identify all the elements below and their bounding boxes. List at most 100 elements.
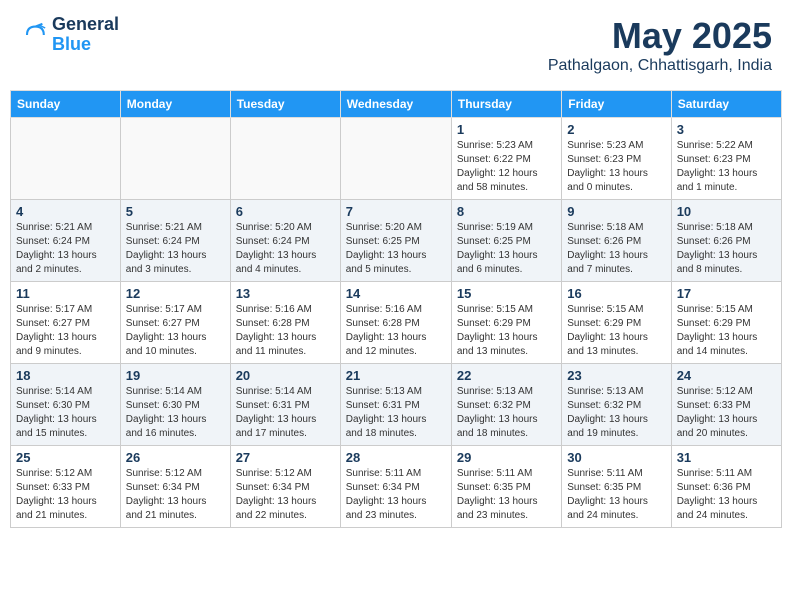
calendar-cell: 26 Sunrise: 5:12 AM Sunset: 6:34 PM Dayli… [120, 446, 230, 528]
day-info: Sunrise: 5:15 AM Sunset: 6:29 PM Dayligh… [457, 303, 556, 359]
calendar-cell: 4 Sunrise: 5:21 AM Sunset: 6:24 PM Daylig… [11, 200, 121, 282]
calendar-cell [11, 118, 121, 200]
calendar-cell: 17 Sunrise: 5:15 AM Sunset: 6:29 PM Dayli… [671, 282, 781, 364]
day-info: Sunrise: 5:14 AM Sunset: 6:30 PM Dayligh… [126, 385, 225, 441]
calendar-cell: 21 Sunrise: 5:13 AM Sunset: 6:31 PM Dayli… [340, 364, 451, 446]
calendar-cell: 6Sunrise: 5:20 AM Sunset: 6:24 PM Daylig… [230, 200, 340, 282]
weekday-header: Thursday [451, 91, 561, 118]
calendar-week-row: 25 Sunrise: 5:12 AM Sunset: 6:33 PM Dayli… [11, 446, 782, 528]
calendar-table: SundayMondayTuesdayWednesdayThursdayFrid… [10, 90, 782, 528]
calendar-cell: 23 Sunrise: 5:13 AM Sunset: 6:32 PM Dayli… [562, 364, 671, 446]
day-info: Sunrise: 5:13 AM Sunset: 6:32 PM Dayligh… [567, 385, 665, 441]
day-number: 22 [457, 368, 556, 383]
weekday-header: Friday [562, 91, 671, 118]
calendar-week-row: 4 Sunrise: 5:21 AM Sunset: 6:24 PM Daylig… [11, 200, 782, 282]
day-number: 17 [677, 286, 776, 301]
day-number: 13 [236, 286, 335, 301]
calendar-header-row: SundayMondayTuesdayWednesdayThursdayFrid… [11, 91, 782, 118]
day-info: Sunrise: 5:12 AM Sunset: 6:34 PM Dayligh… [236, 467, 335, 523]
day-info: Sunrise: 5:13 AM Sunset: 6:31 PM Dayligh… [346, 385, 446, 441]
day-number: 10 [677, 204, 776, 219]
calendar-cell: 1 Sunrise: 5:23 AM Sunset: 6:22 PM Daylig… [451, 118, 561, 200]
calendar-cell: 11Sunrise: 5:17 AM Sunset: 6:27 PM Dayli… [11, 282, 121, 364]
day-info: Sunrise: 5:19 AM Sunset: 6:25 PM Dayligh… [457, 221, 556, 277]
day-number: 20 [236, 368, 335, 383]
day-number: 25 [16, 450, 115, 465]
day-number: 24 [677, 368, 776, 383]
calendar-cell: 8 Sunrise: 5:19 AM Sunset: 6:25 PM Daylig… [451, 200, 561, 282]
calendar-cell: 19 Sunrise: 5:14 AM Sunset: 6:30 PM Dayli… [120, 364, 230, 446]
calendar-cell: 2 Sunrise: 5:23 AM Sunset: 6:23 PM Daylig… [562, 118, 671, 200]
day-info: Sunrise: 5:16 AM Sunset: 6:28 PM Dayligh… [236, 303, 335, 359]
calendar-cell: 3 Sunrise: 5:22 AM Sunset: 6:23 PM Daylig… [671, 118, 781, 200]
calendar-cell: 31 Sunrise: 5:11 AM Sunset: 6:36 PM Dayli… [671, 446, 781, 528]
calendar-cell: 7 Sunrise: 5:20 AM Sunset: 6:25 PM Daylig… [340, 200, 451, 282]
day-info: Sunrise: 5:13 AM Sunset: 6:32 PM Dayligh… [457, 385, 556, 441]
day-number: 30 [567, 450, 665, 465]
day-number: 9 [567, 204, 665, 219]
day-number: 31 [677, 450, 776, 465]
calendar-cell: 29Sunrise: 5:11 AM Sunset: 6:35 PM Dayli… [451, 446, 561, 528]
month-title: May 2025 [548, 15, 772, 57]
calendar-cell: 12 Sunrise: 5:17 AM Sunset: 6:27 PM Dayli… [120, 282, 230, 364]
day-number: 6 [236, 204, 335, 219]
calendar-cell [120, 118, 230, 200]
day-info: Sunrise: 5:22 AM Sunset: 6:23 PM Dayligh… [677, 139, 776, 195]
day-number: 7 [346, 204, 446, 219]
day-number: 28 [346, 450, 446, 465]
day-info: Sunrise: 5:21 AM Sunset: 6:24 PM Dayligh… [16, 221, 115, 277]
calendar-cell: 20 Sunrise: 5:14 AM Sunset: 6:31 PM Dayli… [230, 364, 340, 446]
day-number: 1 [457, 122, 556, 137]
calendar-cell [340, 118, 451, 200]
calendar-cell: 18 Sunrise: 5:14 AM Sunset: 6:30 PM Dayli… [11, 364, 121, 446]
calendar-cell: 30 Sunrise: 5:11 AM Sunset: 6:35 PM Dayli… [562, 446, 671, 528]
day-info: Sunrise: 5:20 AM Sunset: 6:25 PM Dayligh… [346, 221, 446, 277]
calendar-cell: 9Sunrise: 5:18 AM Sunset: 6:26 PM Daylig… [562, 200, 671, 282]
calendar-cell: 22 Sunrise: 5:13 AM Sunset: 6:32 PM Dayli… [451, 364, 561, 446]
day-info: Sunrise: 5:11 AM Sunset: 6:35 PM Dayligh… [567, 467, 665, 523]
weekday-header: Wednesday [340, 91, 451, 118]
day-number: 3 [677, 122, 776, 137]
day-info: Sunrise: 5:17 AM Sunset: 6:27 PM Dayligh… [126, 303, 225, 359]
day-info: Sunrise: 5:11 AM Sunset: 6:36 PM Dayligh… [677, 467, 776, 523]
day-number: 2 [567, 122, 665, 137]
calendar-cell: 10Sunrise: 5:18 AM Sunset: 6:26 PM Dayli… [671, 200, 781, 282]
day-number: 8 [457, 204, 556, 219]
calendar-cell: 5Sunrise: 5:21 AM Sunset: 6:24 PM Daylig… [120, 200, 230, 282]
calendar-cell [230, 118, 340, 200]
day-info: Sunrise: 5:23 AM Sunset: 6:23 PM Dayligh… [567, 139, 665, 195]
day-number: 19 [126, 368, 225, 383]
calendar-cell: 28Sunrise: 5:11 AM Sunset: 6:34 PM Dayli… [340, 446, 451, 528]
day-info: Sunrise: 5:15 AM Sunset: 6:29 PM Dayligh… [567, 303, 665, 359]
day-number: 4 [16, 204, 115, 219]
weekday-header: Monday [120, 91, 230, 118]
day-number: 11 [16, 286, 115, 301]
day-number: 26 [126, 450, 225, 465]
day-number: 12 [126, 286, 225, 301]
day-number: 23 [567, 368, 665, 383]
calendar-cell: 13 Sunrise: 5:16 AM Sunset: 6:28 PM Dayli… [230, 282, 340, 364]
weekday-header: Saturday [671, 91, 781, 118]
day-info: Sunrise: 5:11 AM Sunset: 6:35 PM Dayligh… [457, 467, 556, 523]
weekday-header: Tuesday [230, 91, 340, 118]
logo-icon [20, 21, 48, 49]
calendar-week-row: 11 Sunrise: 5:17 AM Sunset: 6:27 PM Dayli… [11, 282, 782, 364]
calendar-cell: 24 Sunrise: 5:12 AM Sunset: 6:33 PM Dayli… [671, 364, 781, 446]
day-info: Sunrise: 5:16 AM Sunset: 6:28 PM Dayligh… [346, 303, 446, 359]
day-info: Sunrise: 5:14 AM Sunset: 6:30 PM Dayligh… [16, 385, 115, 441]
day-number: 15 [457, 286, 556, 301]
page-header: General Blue May 2025 Pathalgaon, Chhatt… [10, 10, 782, 80]
title-block: May 2025 Pathalgaon, Chhattisgarh, India [548, 15, 772, 75]
day-number: 18 [16, 368, 115, 383]
day-info: Sunrise: 5:14 AM Sunset: 6:31 PM Dayligh… [236, 385, 335, 441]
day-info: Sunrise: 5:12 AM Sunset: 6:34 PM Dayligh… [126, 467, 225, 523]
day-info: Sunrise: 5:15 AM Sunset: 6:29 PM Dayligh… [677, 303, 776, 359]
location-title: Pathalgaon, Chhattisgarh, India [548, 57, 772, 75]
calendar-cell: 27Sunrise: 5:12 AM Sunset: 6:34 PM Dayli… [230, 446, 340, 528]
day-info: Sunrise: 5:12 AM Sunset: 6:33 PM Dayligh… [16, 467, 115, 523]
day-number: 21 [346, 368, 446, 383]
day-info: Sunrise: 5:23 AM Sunset: 6:22 PM Dayligh… [457, 139, 556, 195]
calendar-week-row: 18 Sunrise: 5:14 AM Sunset: 6:30 PM Dayli… [11, 364, 782, 446]
day-info: Sunrise: 5:12 AM Sunset: 6:33 PM Dayligh… [677, 385, 776, 441]
calendar-cell: 25 Sunrise: 5:12 AM Sunset: 6:33 PM Dayli… [11, 446, 121, 528]
